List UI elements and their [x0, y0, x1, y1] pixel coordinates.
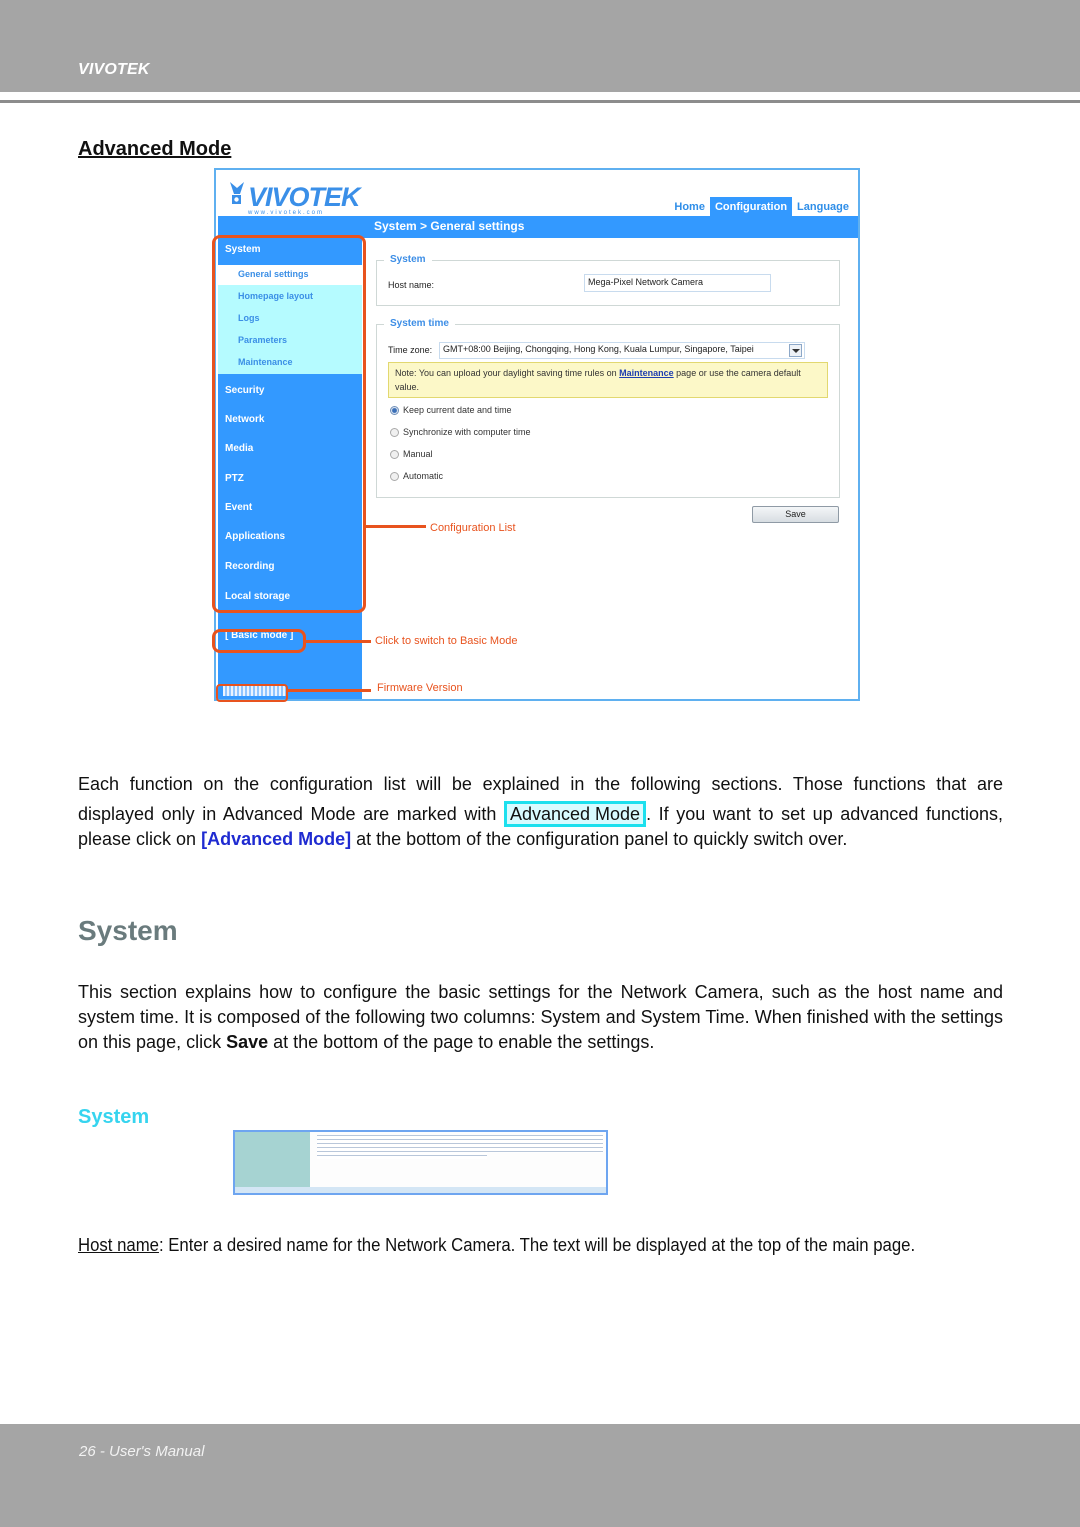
section-heading-advanced-mode: Advanced Mode [78, 138, 232, 160]
brand-label: VIVOTEK [78, 61, 150, 78]
system-subheading: System [78, 1106, 150, 1128]
radio-label: Automatic [403, 471, 444, 481]
header-divider [0, 100, 1080, 103]
system-paragraph: This section explains how to configure t… [78, 980, 1003, 1055]
radio-manual[interactable]: Manual [390, 449, 433, 459]
host-name-paragraph: Host name: Enter a desired name for the … [78, 1234, 1073, 1256]
radio-selected-icon[interactable] [390, 405, 399, 415]
firmware-leader [288, 689, 371, 692]
top-nav: Home Configuration Language [669, 197, 854, 218]
thumbnail-sidebar [235, 1132, 310, 1187]
host-name-label: Host name: [388, 280, 435, 290]
system-time-legend: System time [384, 318, 455, 329]
nav-home[interactable]: Home [669, 197, 710, 218]
config-list-highlight [212, 235, 366, 613]
time-zone-select[interactable]: GMT+08:00 Beijing, Chongqing, Hong Kong,… [439, 342, 805, 359]
system-section-thumbnail [233, 1130, 608, 1195]
save-button[interactable]: Save [752, 506, 839, 523]
config-list-annotation: Configuration List [430, 522, 516, 534]
maintenance-link[interactable]: Maintenance [619, 368, 674, 378]
page-header-band [0, 0, 1080, 92]
radio-icon[interactable] [390, 471, 399, 481]
radio-label: Keep current date and time [403, 405, 512, 415]
radio-automatic[interactable]: Automatic [390, 471, 443, 481]
para1-line1: Each function on the configuration list … [78, 774, 1003, 794]
host-name-description: : Enter a desired name for the Network C… [158, 1235, 916, 1255]
radio-label: Manual [403, 449, 433, 459]
host-name-input[interactable]: Mega-Pixel Network Camera [584, 274, 771, 292]
nav-configuration[interactable]: Configuration [709, 197, 793, 218]
para1-tail: at the bottom of the configuration panel… [351, 829, 848, 849]
radio-icon[interactable] [390, 427, 399, 437]
firmware-annotation: Firmware Version [377, 682, 463, 694]
system-heading: System [78, 915, 178, 946]
para1-text: displayed only in Advanced Mode are mark… [78, 804, 504, 824]
firmware-highlight [216, 684, 288, 702]
radio-icon[interactable] [390, 449, 399, 459]
config-list-leader [366, 525, 426, 528]
advanced-mode-badge: Advanced Mode [503, 801, 647, 827]
advanced-mode-link: [Advanced Mode] [201, 829, 352, 849]
radio-keep-current[interactable]: Keep current date and time [390, 405, 512, 415]
camera-logo-icon [230, 182, 244, 204]
radio-label: Synchronize with computer time [403, 427, 531, 437]
thumbnail-bottom-bar [235, 1187, 606, 1193]
vivotek-logo: VIVOTEK www.vivotek.com [228, 180, 361, 216]
note-text-pre: Note: You can upload your daylight savin… [395, 368, 620, 378]
host-name-term: Host name [78, 1235, 159, 1255]
save-term: Save [226, 1032, 269, 1052]
page-footer-band [0, 1424, 1080, 1527]
nav-language[interactable]: Language [792, 197, 854, 218]
intro-paragraph: Each function on the configuration list … [78, 772, 1003, 852]
page-number-label: 26 - User's Manual [79, 1443, 205, 1460]
basic-mode-annotation: Click to switch to Basic Mode [375, 635, 518, 647]
logo-text: VIVOTEK [248, 182, 361, 212]
para2-text-2: at the bottom of the page to enable the … [268, 1032, 655, 1052]
chevron-down-icon[interactable] [789, 344, 802, 357]
basic-mode-leader [306, 640, 371, 643]
radio-sync-computer[interactable]: Synchronize with computer time [390, 427, 531, 437]
thumbnail-text-block-2 [485, 1135, 603, 1153]
breadcrumb: System > General settings [374, 219, 525, 233]
system-legend: System [384, 254, 432, 265]
basic-mode-highlight [212, 629, 306, 653]
time-zone-label: Time zone: [388, 345, 433, 355]
dst-note: Note: You can upload your daylight savin… [388, 362, 828, 398]
thumbnail-text-block [317, 1135, 487, 1159]
